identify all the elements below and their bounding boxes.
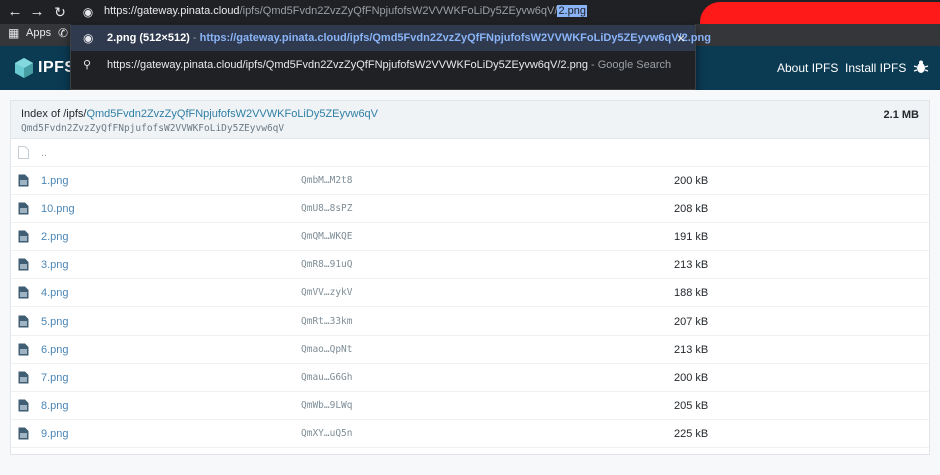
index-cid: Qmd5Fvdn2ZvzZyQfFNpjufofsW2VVWKFoLiDy5ZE… — [21, 123, 285, 134]
file-row[interactable]: 6.png Qmao…QpNt 213 kB — [11, 336, 929, 364]
file-name-link[interactable]: 1.png — [41, 175, 69, 187]
file-cid-link[interactable]: QmWb…9LWq — [301, 400, 352, 411]
bug-icon[interactable] — [913, 59, 929, 75]
file-size: 208 kB — [674, 203, 709, 216]
image-file-icon — [18, 286, 29, 299]
omnibox-suggestion-history[interactable]: ◉ 2.png (512×512) - https://gateway.pina… — [71, 25, 711, 51]
file-name-link[interactable]: 2.png — [41, 231, 69, 243]
image-file-icon — [18, 230, 29, 243]
file-name-link[interactable]: 7.png — [41, 372, 69, 384]
file-cid-link[interactable]: QmXY…uQ5n — [301, 428, 352, 439]
omnibox-suggestion-search[interactable]: ⚲ https://gateway.pinata.cloud/ipfs/Qmd5… — [71, 52, 695, 78]
url-selected-text: 2.png — [557, 5, 587, 17]
file-row[interactable]: 1.png QmbM…M2t8 200 kB — [11, 167, 929, 195]
file-cid-link[interactable]: QmRt…33km — [301, 316, 352, 327]
file-row[interactable]: 5.png QmRt…33km 207 kB — [11, 308, 929, 336]
globe-icon[interactable]: ◉ — [79, 3, 97, 21]
suggestion-title: 2.png (512×512) — [107, 32, 190, 44]
index-title: Index of /ipfs/Qmd5Fvdn2ZvzZyQfFNpjufofs… — [21, 108, 378, 120]
ipfs-logo-icon — [15, 58, 33, 78]
file-cid-link[interactable]: Qmao…QpNt — [301, 344, 352, 355]
reload-icon[interactable]: ↻ — [51, 3, 69, 21]
image-file-icon — [18, 427, 29, 440]
apps-grid-icon[interactable]: ▦ — [8, 26, 19, 40]
file-size: 200 kB — [674, 371, 709, 384]
close-icon[interactable]: × — [677, 30, 685, 46]
file-size: 225 kB — [674, 427, 709, 440]
suggestion-text: 2.png (512×512) - https://gateway.pinata… — [107, 32, 711, 44]
file-name-link[interactable]: 8.png — [41, 400, 69, 412]
back-arrow-icon[interactable]: ← — [6, 3, 24, 21]
file-row[interactable]: 9.png QmXY…uQ5n 225 kB — [11, 420, 929, 448]
file-cid-link[interactable]: Qmau…G6Gh — [301, 372, 352, 383]
file-name-link[interactable]: 4.png — [41, 287, 69, 299]
file-row[interactable]: 10.png QmU8…8sPZ 208 kB — [11, 195, 929, 224]
file-cid-link[interactable]: QmR8…91uQ — [301, 259, 352, 270]
url-path: /ipfs/Qmd5Fvdn2ZvzZyQfFNpjufofsW2VVWKFoL… — [239, 5, 558, 17]
file-size: 205 kB — [674, 399, 709, 412]
file-name-link[interactable]: 9.png — [41, 428, 69, 440]
image-file-icon — [18, 343, 29, 356]
file-name-link[interactable]: 6.png — [41, 344, 69, 356]
image-file-icon — [18, 399, 29, 412]
file-size: 213 kB — [674, 343, 709, 356]
suggestion-query: https://gateway.pinata.cloud/ipfs/Qmd5Fv… — [107, 59, 588, 71]
file-cid-link[interactable]: QmVV…zykV — [301, 287, 352, 298]
image-file-icon — [18, 258, 29, 271]
file-size: 191 kB — [674, 231, 709, 244]
file-name-link[interactable]: 5.png — [41, 316, 69, 328]
file-row[interactable]: 7.png Qmau…G6Gh 200 kB — [11, 364, 929, 392]
whatsapp-icon[interactable]: ✆ — [58, 26, 68, 40]
file-name-link[interactable]: 10.png — [41, 203, 75, 215]
file-size: 213 kB — [674, 259, 709, 272]
image-file-icon — [18, 174, 29, 187]
parent-dir-link[interactable]: .. — [41, 147, 47, 159]
index-title-prefix: Index of /ipfs/ — [21, 108, 87, 120]
install-ipfs-link[interactable]: Install IPFS — [845, 61, 906, 75]
suggestion-separator: - — [189, 32, 200, 44]
file-name-link[interactable]: 3.png — [41, 259, 69, 271]
file-row[interactable]: 3.png QmR8…91uQ 213 kB — [11, 251, 929, 280]
about-ipfs-link[interactable]: About IPFS — [777, 61, 838, 75]
image-file-icon — [18, 315, 29, 327]
file-row[interactable]: 4.png QmVV…zykV 188 kB — [11, 279, 929, 308]
total-size: 2.1 MB — [883, 109, 919, 121]
forward-arrow-icon[interactable]: → — [28, 3, 46, 21]
parent-dir-row[interactable]: .. — [11, 139, 929, 167]
directory-listing: Index of /ipfs/Qmd5Fvdn2ZvzZyQfFNpjufofs… — [10, 100, 930, 455]
file-cid-link[interactable]: QmQM…WKQE — [301, 231, 352, 242]
listing-header: Index of /ipfs/Qmd5Fvdn2ZvzZyQfFNpjufofs… — [11, 101, 929, 139]
file-row[interactable]: 8.png QmWb…9LWq 205 kB — [11, 392, 929, 420]
suggestion-search-text: https://gateway.pinata.cloud/ipfs/Qmd5Fv… — [107, 59, 671, 71]
globe-icon: ◉ — [83, 31, 94, 45]
suggestion-url: https://gateway.pinata.cloud/ipfs/Qmd5Fv… — [199, 32, 711, 44]
url-host: https://gateway.pinata.cloud — [104, 5, 240, 17]
address-bar[interactable]: https://gateway.pinata.cloud/ipfs/Qmd5Fv… — [104, 5, 587, 17]
file-cid-link[interactable]: QmU8…8sPZ — [301, 203, 352, 214]
image-file-icon — [18, 371, 29, 384]
file-size: 188 kB — [674, 287, 709, 300]
image-file-icon — [18, 202, 29, 215]
index-title-hash[interactable]: Qmd5Fvdn2ZvzZyQfFNpjufofsW2VVWKFoLiDy5ZE… — [86, 108, 378, 120]
blank-file-icon — [18, 146, 29, 159]
file-cid-link[interactable]: QmbM…M2t8 — [301, 175, 352, 186]
file-size: 207 kB — [674, 315, 709, 328]
file-row[interactable]: 2.png QmQM…WKQE 191 kB — [11, 223, 929, 252]
search-icon: ⚲ — [83, 59, 92, 71]
omnibox-dropdown: ◉ 2.png (512×512) - https://gateway.pina… — [70, 24, 711, 90]
bookmark-apps[interactable]: Apps — [26, 27, 51, 39]
file-size: 200 kB — [674, 175, 709, 187]
page-body: Index of /ipfs/Qmd5Fvdn2ZvzZyQfFNpjufofs… — [0, 90, 940, 475]
suggestion-suffix: - Google Search — [587, 59, 672, 71]
